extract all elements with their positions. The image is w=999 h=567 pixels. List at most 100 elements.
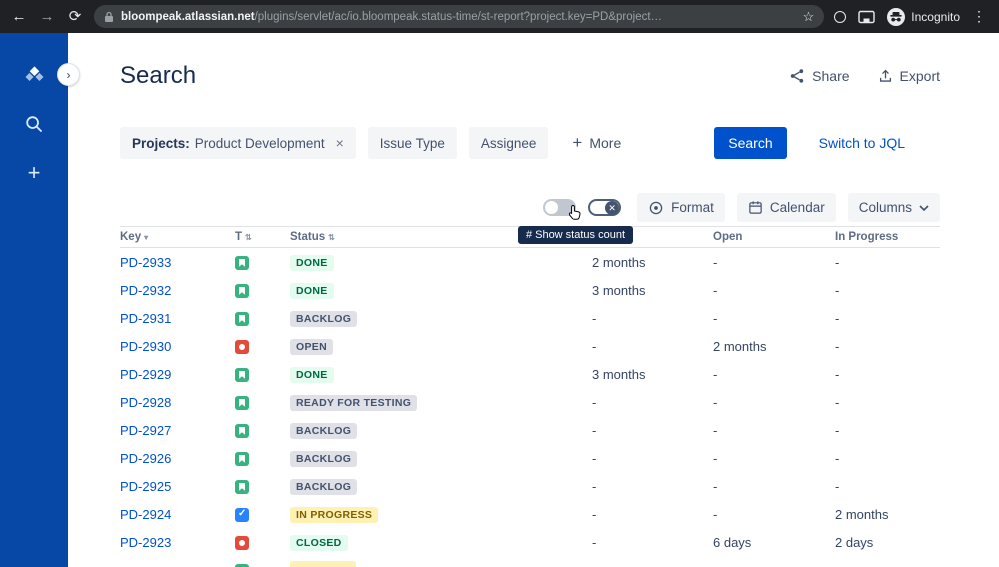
calendar-icon [748,200,763,215]
incognito-label: Incognito [911,9,960,24]
duration-cell: - [592,450,597,466]
back-button[interactable]: ← [10,9,28,24]
duration-cell: - [592,534,597,550]
table-row[interactable]: PD-2931 BACKLOG - - - [120,304,940,332]
column-header-in-progress[interactable]: In Progress [835,231,940,243]
status-badge: DONE [290,282,334,299]
search-icon[interactable] [22,112,46,136]
table-row[interactable]: PD-2924 IN PROGRESS - - 2 months [120,500,940,528]
table-row[interactable]: PD-2928 READY FOR TESTING - - - [120,388,940,416]
in-progress-cell: - [835,310,840,326]
open-cell: - [713,422,718,438]
share-button[interactable]: Share [789,68,850,84]
issue-key-link[interactable]: PD-2924 [120,507,235,522]
toggle-knob [545,201,559,214]
jira-logo-icon[interactable] [22,63,46,87]
table-body: PD-2933 DONE 2 months - - PD-2932 DONE 3… [120,248,940,567]
projects-filter-chip[interactable]: Projects: Product Development × [120,127,356,159]
bookmark-star-icon[interactable]: ☆ [803,9,815,25]
secondary-toggle[interactable]: ✕ [588,199,622,216]
open-cell: - [713,282,718,298]
address-bar[interactable]: bloompeak.atlassian.net/plugins/servlet/… [94,5,825,28]
table-row[interactable]: PD-2926 BACKLOG - - - [120,444,940,472]
columns-button[interactable]: Columns [847,193,940,222]
table-row[interactable] [120,556,940,567]
export-icon [878,68,893,84]
in-progress-cell: - [835,282,840,298]
export-button[interactable]: Export [878,68,940,84]
table-row[interactable]: PD-2923 CLOSED - 6 days 2 days [120,528,940,556]
issues-table: Key ▾ T ⇅ Status ⇅ Open In Progress PD-2933 DON… [120,226,940,567]
search-button[interactable]: Search [714,127,787,159]
incognito-spy-icon [887,7,906,26]
reload-button[interactable]: ⟳ [66,9,84,24]
table-row[interactable]: PD-2927 BACKLOG - - - [120,416,940,444]
bug-type-icon [235,339,249,354]
forward-button[interactable]: → [38,9,56,24]
format-button[interactable]: Format [637,193,725,222]
issue-key-link[interactable]: PD-2926 [120,451,235,466]
issue-key-link[interactable]: PD-2927 [120,423,235,438]
duration-cell: - [592,338,597,354]
open-cell: - [713,394,718,410]
duration-cell: 2 months [592,254,646,270]
story-type-icon [235,311,249,326]
in-progress-cell: 2 days [835,534,874,550]
status-badge: CLOSED [290,534,348,551]
app-sidebar: + [0,33,68,567]
issue-key-link[interactable]: PD-2933 [120,255,235,270]
table-row[interactable]: PD-2930 OPEN - 2 months - [120,332,940,360]
task-type-icon [235,507,249,522]
duration-cell: - [592,310,597,326]
status-count-toggle[interactable] [543,199,581,220]
sidebar-expand-button[interactable]: › [57,63,80,86]
column-header-key[interactable]: Key ▾ [120,231,235,243]
issue-key-link[interactable]: PD-2932 [120,283,235,298]
report-toolbar: ✕ Format Calendar Columns # Show status … [120,193,940,244]
issue-key-link[interactable]: PD-2928 [120,395,235,410]
in-progress-cell: - [835,478,840,494]
story-type-icon [235,451,249,466]
eye-icon [648,200,664,216]
status-badge: BACKLOG [290,450,358,467]
status-badge [290,561,356,567]
issue-key-link[interactable]: PD-2925 [120,479,235,494]
create-icon[interactable]: + [22,161,46,185]
assignee-filter-chip[interactable]: Assignee [468,127,549,159]
menu-icon[interactable]: ⋮ [972,8,987,25]
table-row[interactable]: PD-2925 BACKLOG - - - [120,472,940,500]
duration-cell: - [592,506,597,522]
switch-to-jql-link[interactable]: Switch to JQL [819,135,905,151]
remove-filter-icon[interactable]: × [336,135,344,151]
story-type-icon [235,423,249,438]
open-cell: - [713,506,718,522]
in-progress-cell: 2 months [835,506,889,522]
open-cell: 2 months [713,338,767,354]
column-header-open[interactable]: Open [713,231,835,243]
table-row[interactable]: PD-2929 DONE 3 months - - [120,360,940,388]
calendar-button[interactable]: Calendar [736,193,836,222]
status-badge: DONE [290,366,334,383]
table-row[interactable]: PD-2932 DONE 3 months - - [120,276,940,304]
duration-cell: 3 months [592,282,646,298]
bug-type-icon [235,535,249,550]
issue-type-filter-chip[interactable]: Issue Type [367,127,457,159]
issue-key-link[interactable]: PD-2923 [120,535,235,550]
in-progress-cell: - [835,366,840,382]
issue-key-link[interactable]: PD-2929 [120,367,235,382]
extension-icon[interactable] [834,10,847,23]
browser-chrome: ← → ⟳ bloompeak.atlassian.net/plugins/se… [0,0,999,33]
open-cell: - [713,478,718,494]
table-row[interactable]: PD-2933 DONE 2 months - - [120,248,940,276]
more-filters-button[interactable]: + More [572,133,621,153]
url-text: bloompeak.atlassian.net/plugins/servlet/… [121,10,663,23]
column-header-t[interactable]: T ⇅ [235,231,290,243]
page-title: Search [120,62,197,89]
cast-icon[interactable] [858,10,875,24]
in-progress-cell: - [835,450,840,466]
duration-cell: - [592,478,597,494]
issue-key-link[interactable]: PD-2930 [120,339,235,354]
story-type-icon [235,255,249,270]
open-cell: - [713,310,718,326]
issue-key-link[interactable]: PD-2931 [120,311,235,326]
